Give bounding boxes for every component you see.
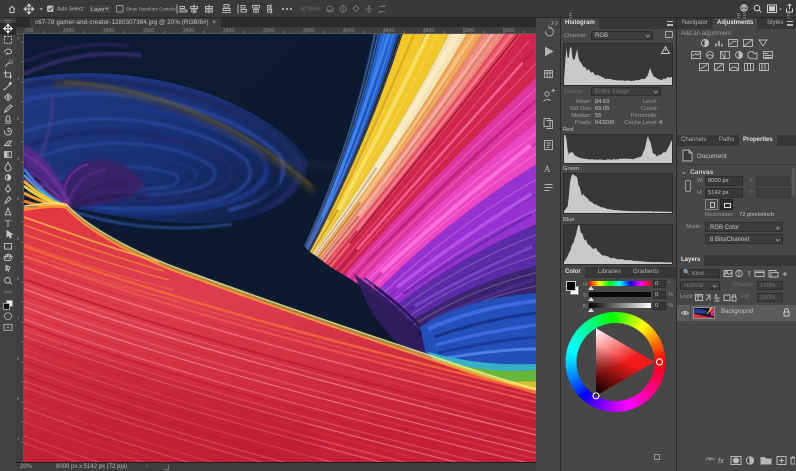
svg-text:Show Transform Controls: Show Transform Controls (126, 6, 176, 11)
svg-text:Auto-Select:: Auto-Select: (57, 6, 84, 12)
svg-text:A: A (544, 164, 551, 174)
svg-text:T: T (5, 219, 11, 229)
svg-text:fx: fx (718, 456, 724, 465)
svg-text:5: 5 (17, 236, 20, 241)
svg-text:T: T (747, 272, 752, 279)
svg-text:3D Mode:: 3D Mode: (300, 7, 322, 13)
svg-text:4: 4 (17, 196, 20, 201)
svg-text:1: 1 (17, 76, 20, 81)
svg-text:0: 0 (17, 36, 20, 41)
svg-text:2: 2 (17, 116, 20, 121)
svg-text:6: 6 (17, 276, 20, 281)
svg-text:8: 8 (17, 356, 20, 361)
svg-text:3: 3 (17, 156, 20, 161)
svg-text:9: 9 (17, 396, 20, 401)
svg-text:Layer: Layer (91, 7, 105, 13)
svg-text:1: 1 (17, 436, 20, 441)
svg-text:7: 7 (17, 316, 20, 321)
